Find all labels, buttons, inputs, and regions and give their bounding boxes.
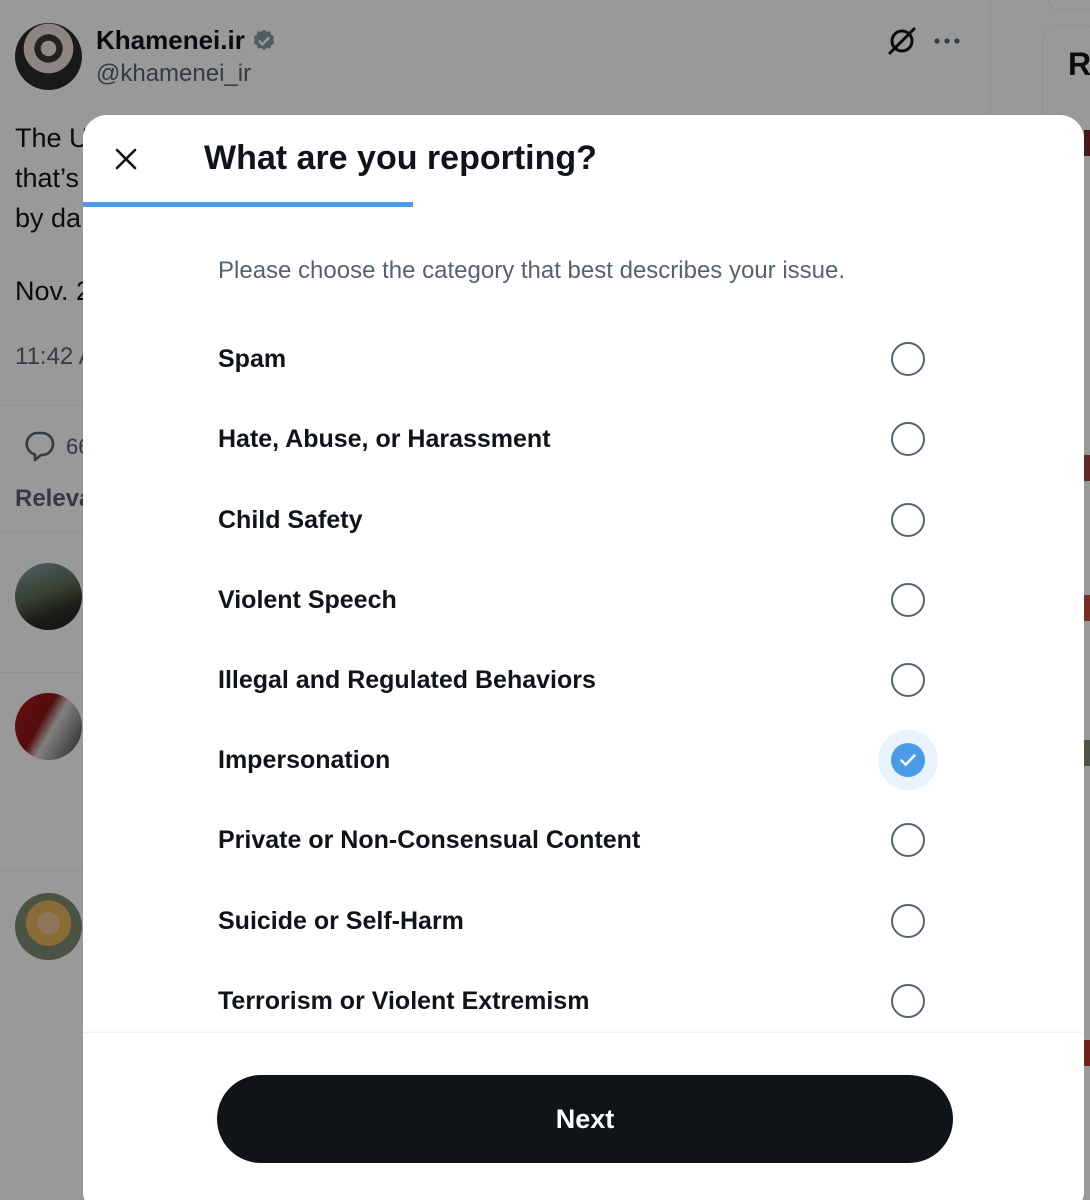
radio-button-checked[interactable]: [891, 743, 925, 777]
dialog-title: What are you reporting?: [204, 139, 597, 177]
option-label: Hate, Abuse, or Harassment: [218, 425, 551, 453]
report-option-suicide-self-harm[interactable]: Suicide or Self-Harm: [83, 881, 1084, 961]
report-option-illegal-regulated[interactable]: Illegal and Regulated Behaviors: [83, 640, 1084, 720]
radio-button[interactable]: [891, 823, 925, 857]
radio-button[interactable]: [891, 904, 925, 938]
radio-button[interactable]: [891, 984, 925, 1018]
option-label: Illegal and Regulated Behaviors: [218, 666, 596, 694]
option-label: Suicide or Self-Harm: [218, 907, 464, 935]
checkmark-icon: [900, 754, 916, 766]
radio-button[interactable]: [891, 342, 925, 376]
report-option-hate-abuse-harassment[interactable]: Hate, Abuse, or Harassment: [83, 399, 1084, 479]
report-option-child-safety[interactable]: Child Safety: [83, 480, 1084, 560]
option-label: Impersonation: [218, 746, 391, 774]
progress-bar-fill: [83, 202, 414, 207]
report-option-impersonation[interactable]: Impersonation: [83, 720, 1084, 800]
report-option-private-content[interactable]: Private or Non-Consensual Content: [83, 800, 1084, 880]
radio-button[interactable]: [891, 663, 925, 697]
option-label: Child Safety: [218, 506, 363, 534]
close-button[interactable]: [106, 139, 146, 179]
radio-button[interactable]: [891, 422, 925, 456]
progress-bar: [83, 202, 1084, 207]
report-dialog: What are you reporting? Please choose th…: [83, 115, 1084, 1200]
radio-button[interactable]: [891, 583, 925, 617]
report-option-terrorism[interactable]: Terrorism or Violent Extremism: [83, 961, 1084, 1041]
report-option-spam[interactable]: Spam: [83, 319, 1084, 399]
dialog-subtitle: Please choose the category that best des…: [218, 257, 846, 284]
option-label: Violent Speech: [218, 586, 397, 614]
close-icon: [115, 148, 137, 170]
option-label: Spam: [218, 345, 287, 373]
next-button[interactable]: Next: [217, 1075, 953, 1163]
dialog-footer: Next: [83, 1033, 1084, 1200]
option-label: Private or Non-Consensual Content: [218, 826, 641, 854]
option-label: Terrorism or Violent Extremism: [218, 987, 590, 1015]
radio-button[interactable]: [891, 503, 925, 537]
report-option-violent-speech[interactable]: Violent Speech: [83, 560, 1084, 640]
